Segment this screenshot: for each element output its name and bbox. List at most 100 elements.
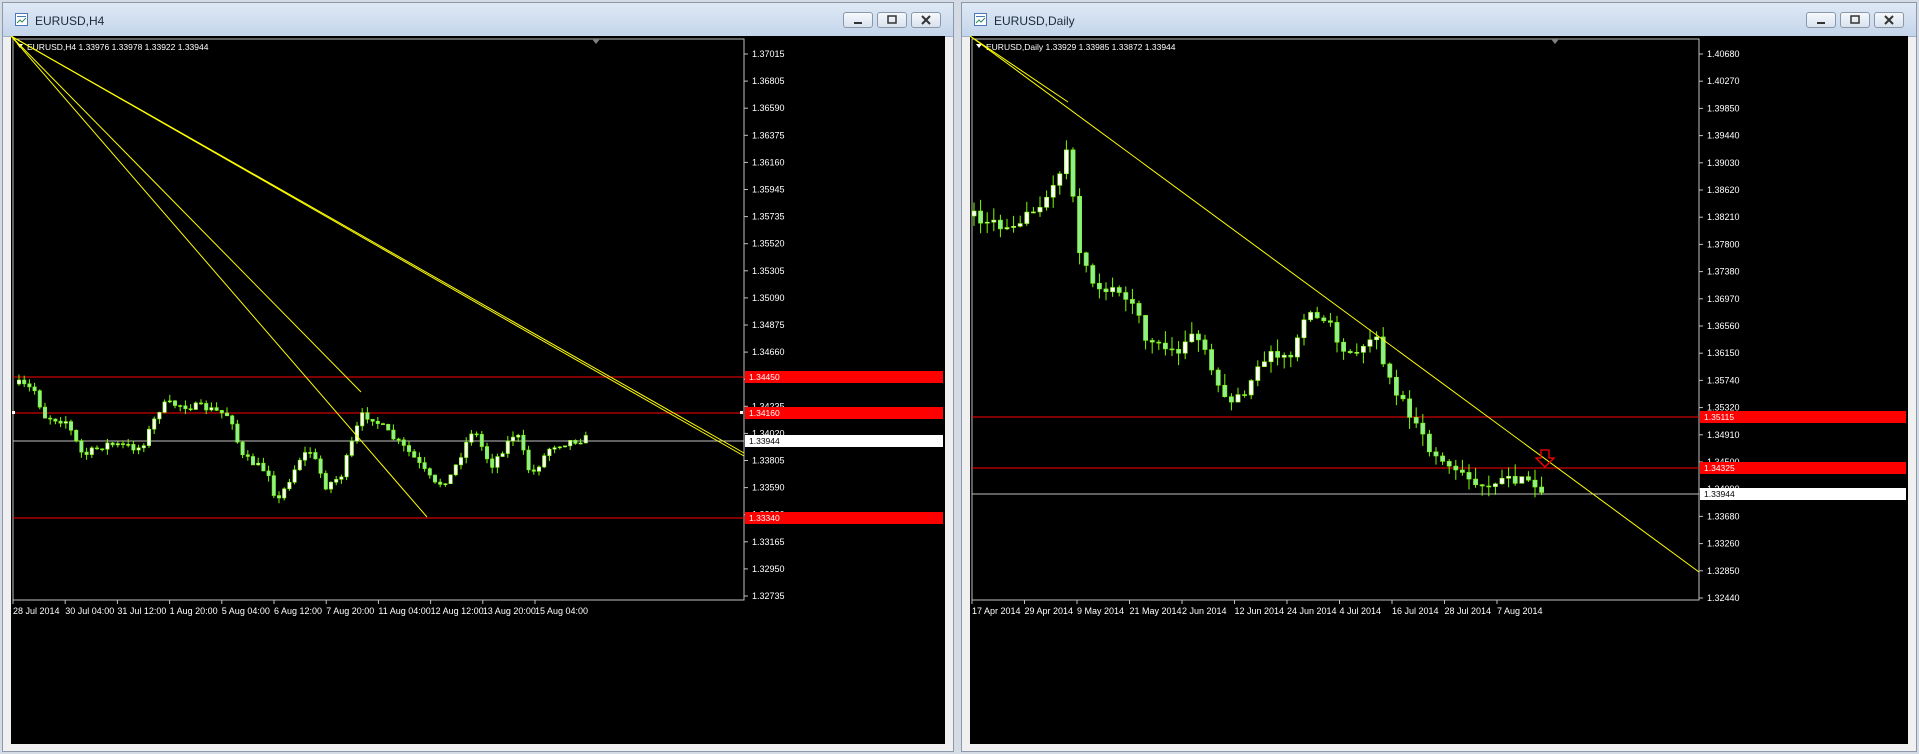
candle-body <box>121 443 126 445</box>
candle-body <box>261 462 266 472</box>
close-button[interactable] <box>1874 12 1904 28</box>
candle-body <box>230 415 235 425</box>
trendline[interactable] <box>970 36 1700 573</box>
candle-body <box>1024 211 1030 224</box>
candle-body <box>193 402 198 410</box>
y-axis-tick-label: 1.39440 <box>1707 131 1740 141</box>
y-axis-tick-label: 1.37800 <box>1707 239 1740 249</box>
candle-body <box>339 476 344 480</box>
candle-body <box>380 423 385 425</box>
chart-window-daily[interactable]: EURUSD,Daily EURUSD,Daily 1.33929 1.3398… <box>961 2 1917 752</box>
candle-body <box>1459 469 1465 473</box>
plot-frame <box>12 38 745 601</box>
chart-window-icon <box>15 13 28 26</box>
candle-body <box>422 462 427 469</box>
chart-window-icon <box>974 13 987 26</box>
candle-body <box>157 412 162 420</box>
candle-body <box>1314 312 1320 319</box>
candle-body <box>997 219 1003 230</box>
trendline[interactable] <box>11 36 362 393</box>
candle-body <box>141 445 146 449</box>
candle-body <box>1077 195 1082 254</box>
candle-body <box>500 453 505 457</box>
candle-body <box>1090 265 1096 284</box>
price-chart-h4[interactable]: EURUSD,H4 1.33976 1.33978 1.33922 1.3394… <box>11 36 945 744</box>
candle-body <box>1466 472 1472 480</box>
chart-window-h4[interactable]: EURUSD,H4 EURUSD,H4 1.33976 1.33978 1.33… <box>2 2 954 752</box>
level-drag-handle[interactable] <box>740 411 743 414</box>
candle-body <box>542 455 547 468</box>
y-axis-tick-label: 1.40270 <box>1707 76 1740 86</box>
window-titlebar[interactable]: EURUSD,Daily <box>962 3 1916 37</box>
candle-body <box>1473 478 1478 486</box>
candle-body <box>17 379 22 385</box>
maximize-button[interactable] <box>1840 12 1870 28</box>
candle-body <box>68 421 73 431</box>
y-axis-tick-label: 1.33165 <box>752 537 785 547</box>
candle-body <box>48 417 53 420</box>
candle-body <box>188 408 193 411</box>
candle-body <box>1288 354 1294 358</box>
candle-body <box>568 440 573 447</box>
candle-body <box>562 445 567 448</box>
candle-body <box>1400 394 1406 400</box>
maximize-button[interactable] <box>877 12 907 28</box>
candle-body <box>1228 396 1234 403</box>
candle-body <box>276 495 281 499</box>
candle-body <box>183 405 188 410</box>
candle-body <box>27 383 32 388</box>
candle-body <box>1479 484 1485 487</box>
candle-body <box>63 421 68 424</box>
close-icon <box>1884 15 1894 25</box>
window-titlebar[interactable]: EURUSD,H4 <box>3 3 953 37</box>
candle-body <box>79 440 84 453</box>
candle-body <box>573 440 578 444</box>
chart-shift-marker-icon[interactable] <box>592 39 600 44</box>
trendline[interactable] <box>11 36 428 518</box>
candle-body <box>1512 476 1518 484</box>
y-axis-tick-label: 1.33590 <box>752 483 785 493</box>
candle-body <box>552 447 557 450</box>
candle-body <box>266 470 271 476</box>
candle-body <box>147 428 152 446</box>
candle-body <box>152 418 157 430</box>
candle-body <box>1499 477 1505 485</box>
minimize-button[interactable] <box>843 12 873 28</box>
y-axis-tick-label: 1.33805 <box>752 456 785 466</box>
candle-body <box>110 442 115 446</box>
y-axis-tick-label: 1.33260 <box>1707 539 1740 549</box>
candle-body <box>406 445 411 452</box>
candlestick-chart-daily[interactable]: EURUSD,Daily 1.33929 1.33985 1.33872 1.3… <box>970 36 1908 744</box>
candle-body <box>1057 173 1063 186</box>
candle-body <box>1334 322 1340 343</box>
x-axis-tick-label: 31 Jul 12:00 <box>117 606 166 616</box>
candle-body <box>1354 352 1360 354</box>
x-axis-tick-label: 12 Jun 2014 <box>1235 606 1285 616</box>
y-axis-tick-label: 1.35945 <box>752 185 785 195</box>
candle-body <box>1222 384 1228 398</box>
price-level-label: 1.33944 <box>1704 489 1735 499</box>
candle-body <box>365 412 370 420</box>
close-icon <box>921 15 931 25</box>
minimize-button[interactable] <box>1806 12 1836 28</box>
candle-body <box>1486 485 1492 488</box>
level-drag-handle[interactable] <box>12 411 15 414</box>
candle-body <box>1248 380 1254 396</box>
candle-body <box>1143 315 1148 341</box>
x-axis-tick-label: 12 Aug 12:00 <box>431 606 484 616</box>
price-chart-daily[interactable]: EURUSD,Daily 1.33929 1.33985 1.33872 1.3… <box>970 36 1908 744</box>
close-button[interactable] <box>911 12 941 28</box>
chart-shift-marker-icon[interactable] <box>1551 39 1559 44</box>
trendline[interactable] <box>11 36 745 454</box>
candle-body <box>1426 433 1432 453</box>
candle-body <box>1539 486 1544 493</box>
candle-body <box>1136 303 1142 316</box>
candle-body <box>386 423 391 431</box>
candle-body <box>240 441 245 456</box>
candle-body <box>1387 363 1393 378</box>
x-axis-tick-label: 29 Apr 2014 <box>1025 606 1074 616</box>
x-axis-tick-label: 7 Aug 20:00 <box>326 606 374 616</box>
price-level-label: 1.34450 <box>749 372 780 382</box>
candlestick-chart-h4[interactable]: EURUSD,H4 1.33976 1.33978 1.33922 1.3394… <box>11 36 945 744</box>
y-axis-tick-label: 1.37015 <box>752 49 785 59</box>
